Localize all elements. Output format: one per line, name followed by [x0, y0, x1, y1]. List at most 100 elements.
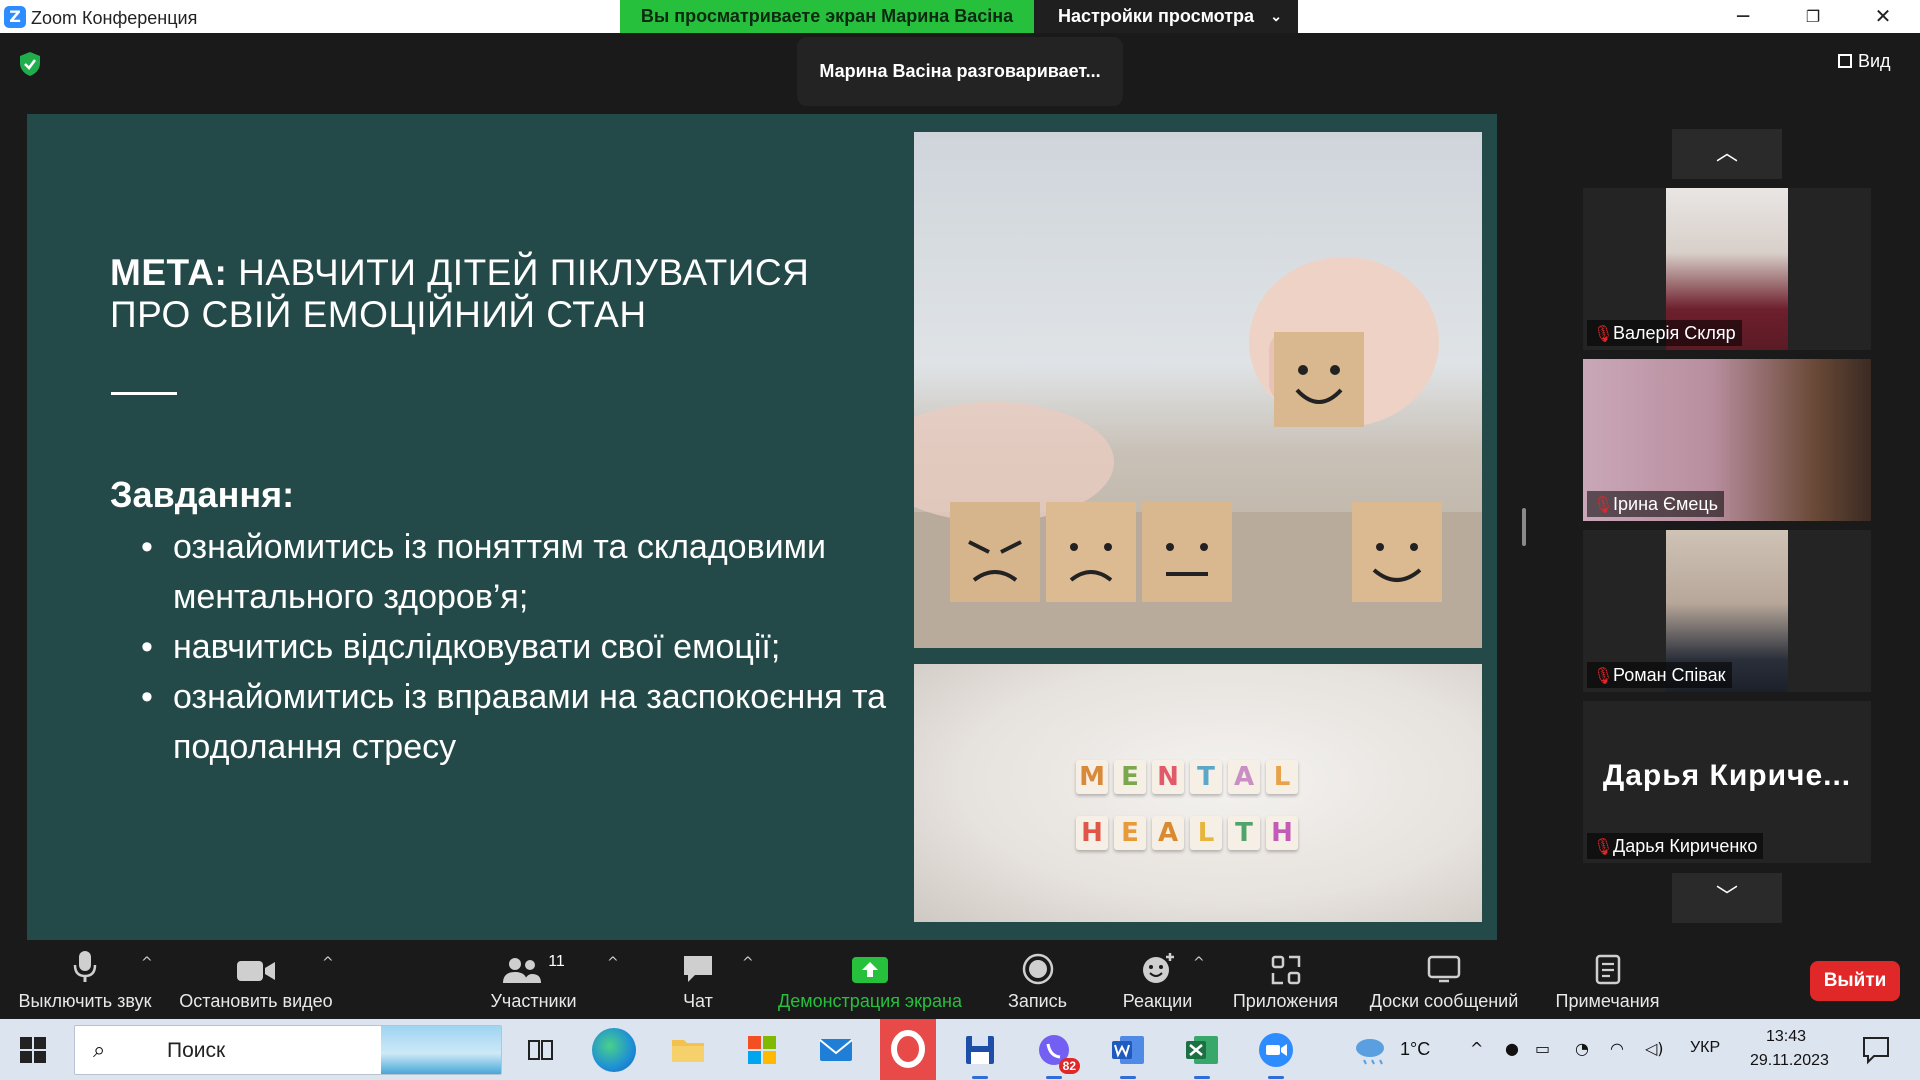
window-title: Zoom Конференция	[31, 8, 198, 28]
microphone-icon	[73, 951, 97, 982]
mic-muted-icon: 🎙	[1593, 837, 1614, 856]
edge-browser-icon[interactable]	[592, 1028, 636, 1072]
task-item: ознайомитись із вправами на заспокоєння …	[141, 672, 931, 772]
mic-muted-icon: 🎙	[1593, 666, 1614, 685]
active-speaker-banner: Марина Васіна разговаривает...	[797, 37, 1123, 106]
participants-button[interactable]: 11 Участники	[476, 941, 591, 1019]
reactions-button[interactable]: Реакции	[1115, 941, 1200, 1019]
file-explorer-icon[interactable]	[666, 1028, 710, 1072]
weather-temperature[interactable]: 1°C	[1400, 1039, 1430, 1060]
mental-word-tiles: M E N T A L	[1076, 760, 1298, 794]
reactions-icon	[1142, 953, 1174, 983]
volume-icon[interactable]: ◁)	[1645, 1039, 1664, 1058]
apps-button[interactable]: Приложения	[1228, 941, 1343, 1019]
slide-title-bold: МЕТА:	[110, 252, 228, 293]
share-screen-button[interactable]: Демонстрация экрана	[770, 941, 970, 1019]
close-button[interactable]: ✕	[1850, 0, 1916, 33]
notes-button[interactable]: Примечания	[1550, 941, 1665, 1019]
share-screen-icon	[852, 957, 888, 983]
viber-unread-badge: 82	[1058, 1058, 1080, 1074]
search-icon: ⌕	[93, 1038, 106, 1063]
taskbar-clock[interactable]: 13:43 29.11.2023	[1750, 1025, 1829, 1073]
excel-icon[interactable]	[1180, 1028, 1224, 1079]
title-bar: Z Zoom Конференция Вы просматриваете экр…	[0, 0, 1920, 33]
save-floppy-icon[interactable]	[958, 1028, 1002, 1079]
participant-tile[interactable]: 🎙 Роман Співак	[1583, 530, 1871, 692]
chat-options-caret[interactable]: ^	[742, 955, 754, 971]
video-options-caret[interactable]: ^	[322, 955, 334, 971]
chat-label: Чат	[683, 991, 713, 1011]
notifications-icon[interactable]	[1856, 1028, 1896, 1072]
health-word-tiles: H E A L T H	[1076, 816, 1298, 850]
letter-tile: L	[1266, 760, 1298, 794]
participants-icon	[503, 958, 542, 983]
taskbar-search-box[interactable]: ⌕ Поиск	[74, 1025, 502, 1075]
video-camera-icon	[237, 961, 275, 981]
clock-time: 13:43	[1765, 1028, 1807, 1045]
mute-label: Выключить звук	[18, 991, 152, 1011]
letter-tile: A	[1228, 760, 1260, 794]
microsoft-store-icon[interactable]	[740, 1028, 784, 1072]
view-button[interactable]: Вид	[1838, 51, 1891, 72]
mic-muted-icon: 🎙	[1593, 324, 1614, 343]
record-button[interactable]: Запись	[995, 941, 1080, 1019]
letter-tile: E	[1114, 760, 1146, 794]
task-view-icon[interactable]	[518, 1028, 562, 1072]
notes-icon	[1595, 954, 1620, 985]
meeting-toolbar: Выключить звук ^ Остановить видео ^ 11 У…	[0, 941, 1920, 1019]
panel-resize-handle[interactable]	[1522, 508, 1526, 546]
letter-tile: A	[1152, 816, 1184, 850]
stop-video-button[interactable]: Остановить видео	[176, 941, 336, 1019]
task-item: навчитись відслідковувати свої емоції;	[141, 622, 931, 672]
windows-start-icon[interactable]	[20, 1037, 46, 1063]
participant-display-name: Дарья Кириче...	[1602, 759, 1852, 792]
tray-chevron-up-icon[interactable]: ^	[1470, 1039, 1483, 1058]
share-screen-label: Демонстрация экрана	[778, 991, 962, 1011]
participant-name: Роман Співак	[1613, 665, 1726, 685]
participant-name-tag: 🎙 Роман Співак	[1587, 662, 1732, 688]
reactions-options-caret[interactable]: ^	[1193, 955, 1205, 971]
tray-microphone-icon[interactable]: ●	[1505, 1039, 1519, 1058]
letter-tile: L	[1190, 816, 1222, 850]
restore-button[interactable]: ❐	[1780, 0, 1846, 33]
weather-snow-icon[interactable]	[1350, 1028, 1390, 1072]
letter-tile: E	[1114, 816, 1146, 850]
participant-name-tag: 🎙 Ірина Ємець	[1587, 491, 1725, 517]
participant-tile[interactable]: 🎙 Ірина Ємець	[1583, 359, 1871, 521]
wifi-icon[interactable]: ◠	[1610, 1039, 1624, 1058]
stop-video-label: Остановить видео	[179, 991, 333, 1011]
chat-button[interactable]: Чат	[668, 941, 728, 1019]
leave-button[interactable]: Выйти	[1810, 961, 1900, 1001]
zoom-app-icon[interactable]	[1254, 1028, 1298, 1079]
whiteboard-icon	[1427, 955, 1461, 983]
security-shield-icon[interactable]	[18, 51, 42, 77]
audio-options-caret[interactable]: ^	[141, 955, 153, 971]
record-label: Запись	[1007, 991, 1068, 1011]
chevron-down-icon: ⌄	[1270, 8, 1282, 24]
letter-tile: T	[1190, 760, 1222, 794]
letter-tile: N	[1152, 760, 1184, 794]
opera-browser-icon[interactable]	[880, 1019, 936, 1080]
minimize-button[interactable]: ─	[1710, 0, 1776, 33]
word-icon[interactable]	[1106, 1028, 1150, 1079]
scroll-down-button[interactable]: ﹀	[1672, 873, 1782, 923]
mute-button[interactable]: Выключить звук	[10, 941, 160, 1019]
mail-icon[interactable]	[814, 1028, 858, 1072]
whiteboards-button[interactable]: Доски сообщений	[1363, 941, 1525, 1019]
apps-icon	[1271, 955, 1300, 985]
input-language[interactable]: УКР	[1690, 1039, 1720, 1057]
participant-name: Дарья Кириченко	[1613, 836, 1758, 856]
notes-label: Примечания	[1555, 991, 1660, 1011]
reactions-label: Реакции	[1122, 991, 1193, 1011]
participant-tile[interactable]: Дарья Кириче... 🎙 Дарья Кириченко	[1583, 701, 1871, 863]
clock-date: 29.11.2023	[1750, 1052, 1829, 1069]
view-settings-label: Настройки просмотра	[1058, 6, 1255, 26]
participant-tile[interactable]: 🎙 Валерія Скляр	[1583, 188, 1871, 350]
shared-screen-slide: МЕТА: НАВЧИТИ ДІТЕЙ ПІКЛУВАТИСЯ ПРО СВІЙ…	[27, 114, 1497, 940]
viber-icon[interactable]: 82	[1032, 1028, 1080, 1079]
participants-options-caret[interactable]: ^	[607, 955, 619, 971]
view-settings-dropdown[interactable]: Настройки просмотра ⌄	[1034, 0, 1298, 33]
network-icon[interactable]: ◔	[1575, 1039, 1589, 1058]
scroll-up-button[interactable]: ︿	[1672, 129, 1782, 179]
battery-icon[interactable]: ▭	[1535, 1039, 1550, 1058]
